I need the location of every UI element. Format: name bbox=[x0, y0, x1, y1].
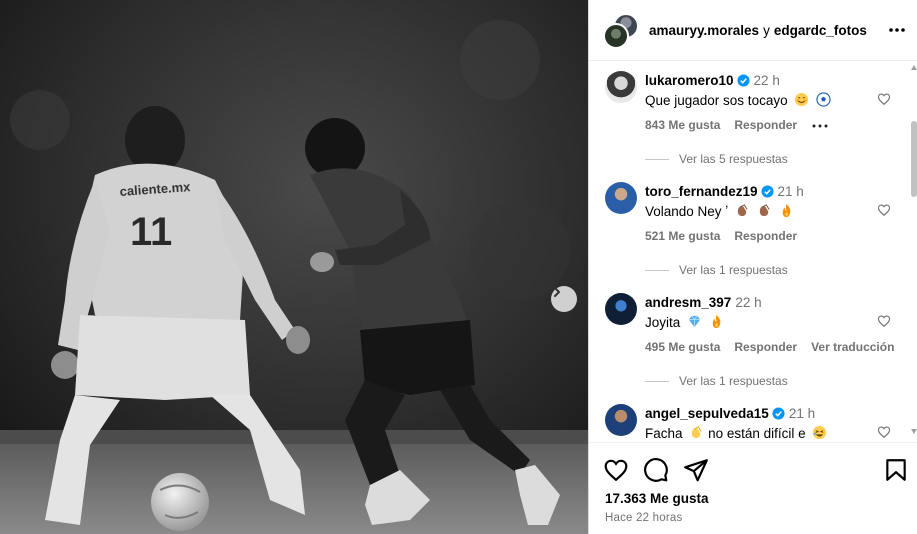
comment-text: Facha bbox=[645, 426, 683, 441]
comment-text: Volando Ney ʼ bbox=[645, 204, 729, 219]
clapping-hands-emoji-icon bbox=[692, 426, 702, 439]
comment-bubble-icon[interactable] bbox=[643, 457, 669, 483]
comment-time[interactable]: 22 h bbox=[754, 73, 780, 88]
avatar[interactable] bbox=[605, 71, 637, 103]
comment-text-continued: no están difícil e bbox=[708, 426, 806, 441]
comment-username[interactable]: toro_fernandez19 bbox=[645, 184, 758, 199]
avatar[interactable] bbox=[605, 182, 637, 214]
view-replies-button[interactable]: Ver las 1 respuestas bbox=[645, 374, 788, 388]
comment-item: toro_fernandez19 21 h Volando Ney ʼ 521 M… bbox=[589, 172, 912, 283]
next-image-button[interactable] bbox=[551, 286, 577, 312]
share-paper-plane-icon[interactable] bbox=[683, 457, 709, 483]
comment-text: Que jugador sos tocayo bbox=[645, 93, 788, 108]
author-avatars[interactable] bbox=[603, 13, 639, 49]
reply-button[interactable]: Responder bbox=[734, 118, 797, 132]
post-photo-illustration: caliente.mx 11 bbox=[0, 0, 588, 534]
comment-item: andresm_397 22 h Joyita 495 Me gusta Respo… bbox=[589, 283, 912, 394]
bookmark-icon[interactable] bbox=[883, 457, 909, 483]
avatar[interactable] bbox=[605, 293, 637, 325]
scroll-up-arrow[interactable] bbox=[911, 65, 917, 70]
replies-divider bbox=[645, 270, 669, 272]
replies-divider bbox=[645, 381, 669, 383]
comment-likes[interactable]: 495 Me gusta bbox=[645, 340, 720, 354]
comment-text: Joyita bbox=[645, 315, 681, 330]
view-replies-button[interactable]: Ver las 1 respuestas bbox=[645, 263, 788, 277]
comment-likes[interactable]: 521 Me gusta bbox=[645, 229, 720, 243]
smiling-face-emoji-icon bbox=[795, 92, 809, 107]
post-authors: amauryy.morales y edgardc_fotos bbox=[649, 23, 867, 38]
post-photo: caliente.mx 11 bbox=[0, 0, 588, 534]
reply-button[interactable]: Responder bbox=[734, 340, 797, 354]
more-horizontal-icon[interactable] bbox=[887, 22, 907, 38]
comments-scrollbar[interactable] bbox=[911, 61, 917, 442]
clapping-hands-emoji-icon bbox=[759, 204, 770, 217]
post-header: amauryy.morales y edgardc_fotos bbox=[589, 0, 917, 61]
fire-emoji-icon bbox=[782, 203, 791, 218]
author-username-2[interactable]: edgardc_fotos bbox=[774, 23, 867, 38]
comment-options-icon[interactable] bbox=[811, 121, 829, 131]
heart-icon[interactable] bbox=[877, 425, 891, 439]
post-likes-count[interactable]: 17.363 Me gusta bbox=[605, 491, 709, 506]
like-heart-icon[interactable] bbox=[603, 457, 629, 483]
comment-time[interactable]: 22 h bbox=[735, 295, 761, 310]
comment-username[interactable]: andresm_397 bbox=[645, 295, 731, 310]
post-timestamp[interactable]: Hace 22 horas bbox=[605, 512, 682, 524]
comments-list[interactable]: lukaromero10 22 h Que jugador sos tocayo … bbox=[589, 61, 912, 442]
avatar[interactable] bbox=[605, 404, 637, 436]
comment-item: lukaromero10 22 h Que jugador sos tocayo … bbox=[589, 61, 912, 172]
view-replies-button[interactable]: Ver las 5 respuestas bbox=[645, 152, 788, 166]
clapping-hands-emoji-icon bbox=[737, 204, 748, 217]
comment-likes[interactable]: 843 Me gusta bbox=[645, 118, 720, 132]
jersey-number: 11 bbox=[130, 210, 172, 254]
heart-icon[interactable] bbox=[877, 92, 891, 106]
comment-time[interactable]: 21 h bbox=[778, 184, 804, 199]
gem-emoji-icon bbox=[688, 315, 701, 328]
scroll-thumb[interactable] bbox=[911, 121, 917, 197]
view-replies-label: Ver las 1 respuestas bbox=[679, 374, 788, 388]
avatar bbox=[603, 23, 629, 49]
comment-item: angel_sepulveda15 21 h Facha no están dif… bbox=[589, 394, 912, 442]
heart-icon[interactable] bbox=[877, 203, 891, 217]
heart-icon[interactable] bbox=[877, 314, 891, 328]
view-replies-label: Ver las 5 respuestas bbox=[679, 152, 788, 166]
comment-time[interactable]: 21 h bbox=[789, 406, 815, 421]
laughing-emoji-icon bbox=[813, 425, 827, 440]
verified-badge-icon bbox=[760, 185, 774, 198]
soccer-ball-emoji-icon bbox=[816, 92, 831, 107]
author-username-1[interactable]: amauryy.morales bbox=[649, 23, 759, 38]
authors-conjunction: y bbox=[763, 23, 770, 38]
post-actions: 17.363 Me gusta Hace 22 horas bbox=[589, 442, 917, 534]
comment-username[interactable]: angel_sepulveda15 bbox=[645, 406, 769, 421]
verified-badge-icon bbox=[737, 74, 750, 87]
view-replies-label: Ver las 1 respuestas bbox=[679, 263, 788, 277]
comment-username[interactable]: lukaromero10 bbox=[645, 73, 734, 88]
chevron-right-icon bbox=[554, 287, 560, 297]
reply-button[interactable]: Responder bbox=[734, 229, 797, 243]
fire-emoji-icon bbox=[712, 314, 721, 329]
translate-button[interactable]: Ver traducción bbox=[811, 340, 894, 354]
replies-divider bbox=[645, 159, 669, 161]
verified-badge-icon bbox=[772, 407, 785, 420]
scroll-down-arrow[interactable] bbox=[911, 429, 917, 434]
post-sidebar: amauryy.morales y edgardc_fotos lukaromero… bbox=[588, 0, 917, 534]
